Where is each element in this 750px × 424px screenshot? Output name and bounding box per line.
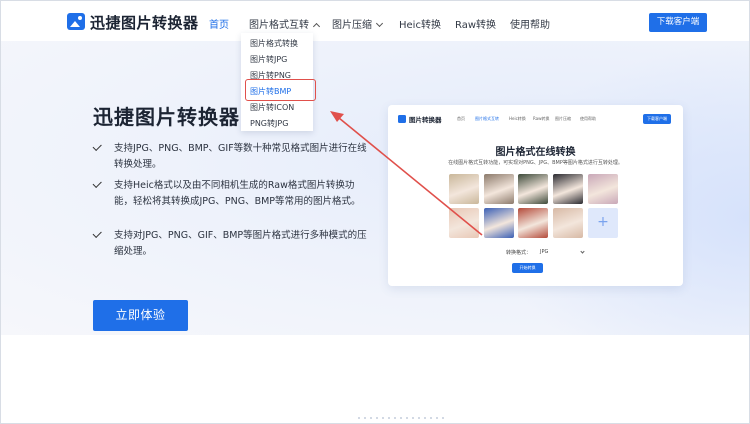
feature-text: 支持JPG、PNG、BMP、GIF等数十种常见格式图片进行在线转换处理。: [114, 143, 367, 170]
preview-title: 图片格式在线转换: [495, 147, 576, 158]
preview-format-value: JPG: [540, 249, 549, 255]
hero-title: 迅捷图片转换器: [93, 105, 240, 129]
try-now-button[interactable]: 立即体验: [93, 300, 188, 331]
preview-image-thumb: [518, 208, 548, 238]
nav-heic[interactable]: Heic转换: [399, 16, 441, 31]
carousel-dots: [356, 417, 446, 419]
preview-nav-item: 图片压缩: [555, 116, 571, 121]
preview-brand: 图片转换器: [409, 116, 442, 124]
nav-format-convert[interactable]: 图片格式互转: [249, 16, 321, 31]
preview-image-thumb: [449, 174, 479, 204]
nav-help[interactable]: 使用帮助: [510, 16, 550, 31]
nav-compress-label: 图片压缩: [332, 20, 372, 31]
preview-screenshot: 图片转换器 首页 图片格式互转 Heic转换 Raw转换 图片压缩 使用帮助 下…: [388, 105, 683, 286]
preview-logo-icon: [398, 115, 406, 123]
preview-nav-item: 使用帮助: [580, 116, 596, 121]
preview-image-thumb: [484, 174, 514, 204]
preview-image-thumb: [553, 208, 583, 238]
nav-compress[interactable]: 图片压缩: [332, 16, 384, 31]
dropdown-item-jpg[interactable]: 图片转JPG: [250, 54, 287, 65]
preview-nav-item: Raw转换: [533, 116, 550, 121]
app-logo-icon[interactable]: [67, 13, 85, 30]
preview-format-label: 转换格式：: [506, 250, 532, 256]
brand-name[interactable]: 迅捷图片转换器: [90, 12, 199, 33]
preview-image-thumb: [484, 208, 514, 238]
chevron-up-icon: [312, 22, 321, 31]
preview-image-thumb: [518, 174, 548, 204]
highlight-box: [245, 79, 316, 101]
preview-image-thumb: [553, 174, 583, 204]
preview-nav-item: Heic转换: [509, 116, 526, 121]
download-client-button[interactable]: 下载客户端: [649, 13, 707, 32]
preview-start-button: 开始转换: [512, 263, 543, 273]
preview-image-thumb: [449, 208, 479, 238]
nav-home[interactable]: 首页: [209, 16, 229, 31]
preview-chevron-down-icon: [580, 249, 585, 254]
nav-format-convert-label: 图片格式互转: [249, 20, 309, 31]
screenshot-frame: 迅捷图片转换器 首页 图片格式互转 图片压缩 Heic转换 Raw转换 使用帮助…: [0, 0, 750, 424]
chevron-down-icon: [375, 19, 384, 28]
top-nav: 迅捷图片转换器 首页 图片格式互转 图片压缩 Heic转换 Raw转换 使用帮助…: [1, 1, 749, 41]
page-bottom: [1, 335, 749, 423]
nav-raw[interactable]: Raw转换: [455, 16, 496, 31]
feature-text: 支持对JPG、PNG、GIF、BMP等图片格式进行多种模式的压缩处理。: [114, 230, 367, 257]
preview-download-button: 下载客户端: [643, 114, 671, 124]
preview-image-thumb: [588, 174, 618, 204]
preview-nav-item: 图片格式互转: [475, 116, 499, 121]
dropdown-item-png-to-jpg[interactable]: PNG转JPG: [250, 118, 288, 129]
preview-nav-item: 首页: [457, 116, 465, 121]
preview-subtitle: 在线图片格式互转功能，可实现对PNG、JPG、BMP等图片格式进行互转处理。: [448, 160, 623, 166]
dropdown-item-format[interactable]: 图片格式转换: [250, 38, 298, 49]
feature-text: 支持Heic格式以及由不同相机生成的Raw格式图片转换功能，轻松将其转换成JPG…: [114, 180, 361, 207]
dropdown-item-icon[interactable]: 图片转ICON: [250, 102, 294, 113]
add-image-icon: +: [588, 208, 618, 238]
